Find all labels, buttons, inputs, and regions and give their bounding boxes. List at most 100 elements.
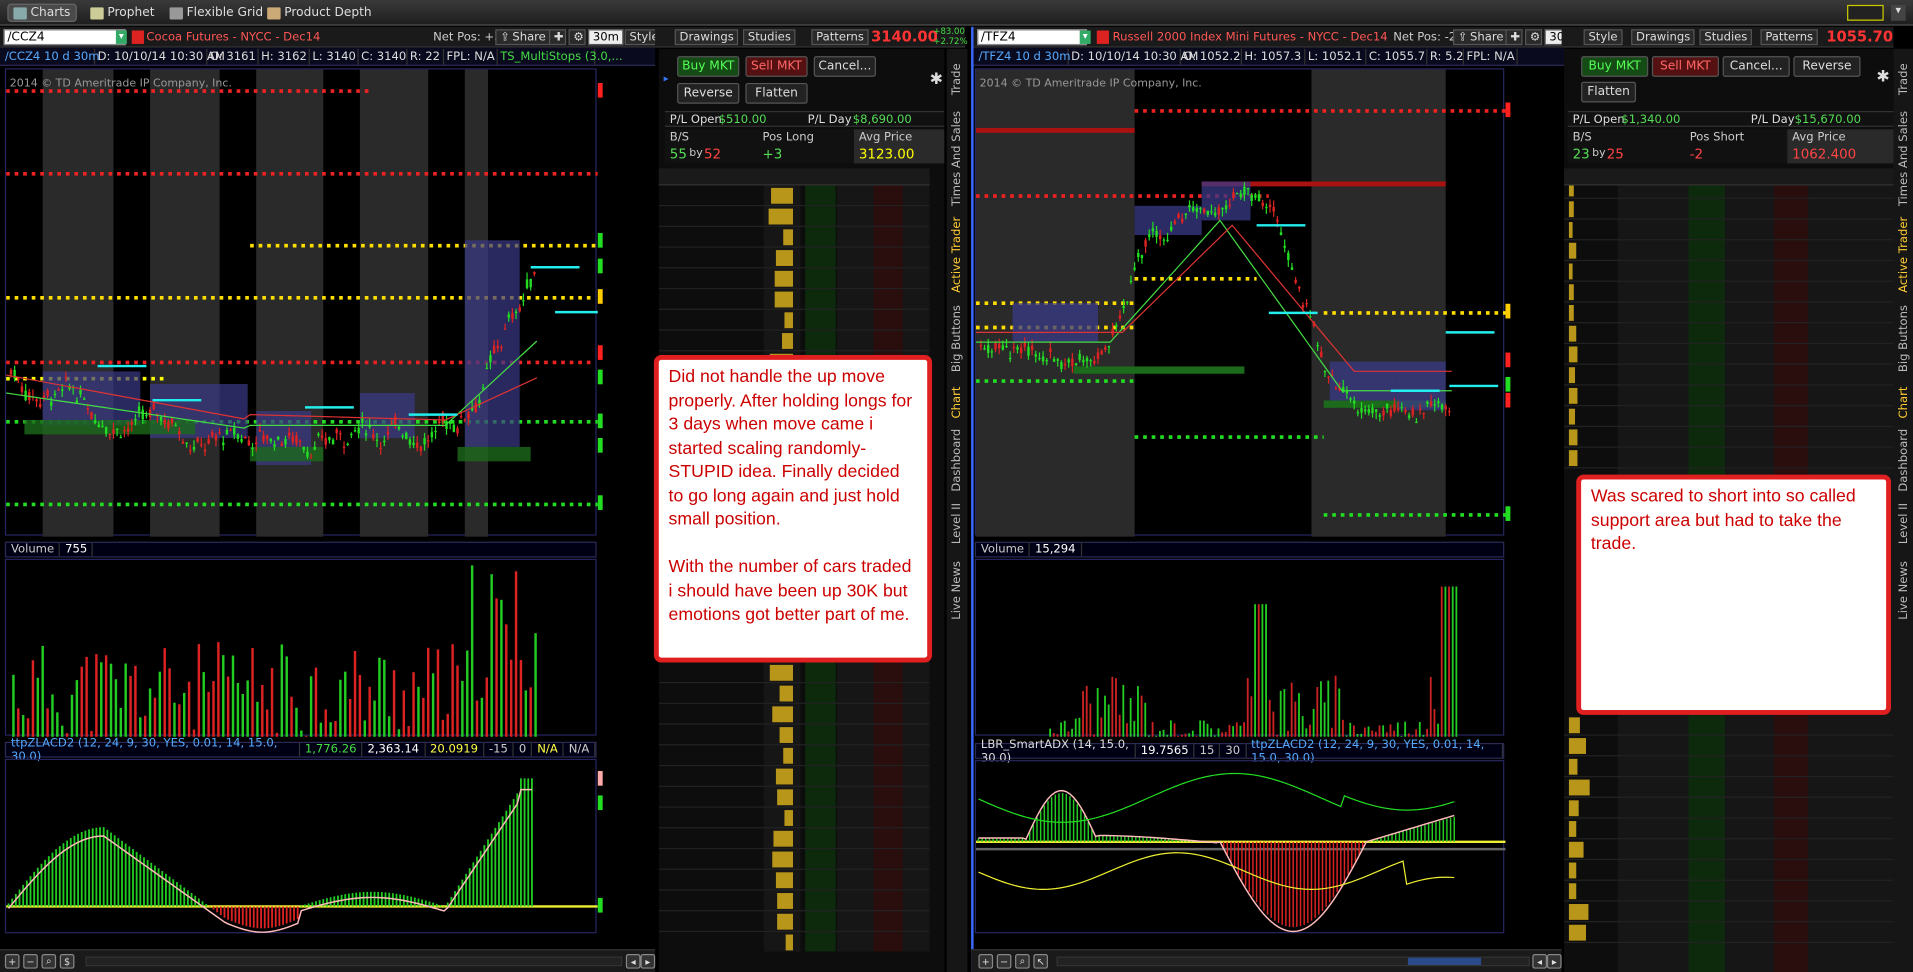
wrench-icon[interactable]: ⚙ [568, 29, 586, 46]
volume-bar [1448, 586, 1450, 737]
side-tab-big-buttons[interactable]: Big Buttons [1895, 303, 1913, 376]
side-tab-chart[interactable]: Chart [948, 381, 966, 425]
period-button[interactable]: 30m [588, 29, 624, 46]
volume-bar [1063, 720, 1066, 737]
candle-body [1323, 371, 1327, 373]
buy-mkt-button[interactable]: Buy MKT [1581, 56, 1649, 77]
volume-profile-bar [772, 851, 793, 868]
zoom-in-icon[interactable]: + [4, 954, 20, 969]
candle-body [1279, 232, 1283, 236]
studies-button[interactable]: Studies [1699, 29, 1753, 46]
volume-bar [339, 679, 342, 737]
layout-icon[interactable] [1847, 4, 1884, 21]
chevron-down-icon[interactable]: ▾ [1079, 30, 1091, 44]
scroll-left-icon[interactable]: ◂ [625, 954, 641, 969]
candle-body [434, 430, 437, 433]
candle-body [1162, 239, 1166, 241]
candle-body [159, 416, 163, 421]
gear-icon[interactable]: ✱ [930, 71, 943, 89]
ladder-row [658, 248, 930, 269]
side-tab-big-buttons[interactable]: Big Buttons [948, 303, 966, 376]
magnifier-icon[interactable]: ⌕ [41, 954, 57, 969]
side-tab-trade[interactable]: Trade [1895, 54, 1913, 105]
ladder-row [1564, 881, 1894, 902]
tab-flexible-grid[interactable]: Flexible Grid [165, 4, 268, 22]
candle-body [1342, 387, 1345, 393]
candle-body [405, 432, 408, 440]
gear-icon[interactable]: ✱ [1876, 68, 1889, 86]
candle-body [353, 430, 357, 432]
volume-bar [490, 574, 493, 737]
candle-body [1005, 345, 1008, 348]
candle-body [1400, 407, 1403, 409]
side-tab-times-and-sales[interactable]: Times And Sales [1895, 110, 1913, 208]
volume-bar [1363, 727, 1366, 737]
side-tab-chart[interactable]: Chart [1895, 381, 1913, 425]
collapse-icon[interactable]: ▸ [664, 73, 671, 84]
horizontal-scrollbar[interactable] [85, 956, 623, 967]
side-tab-live-news[interactable]: Live News [948, 556, 966, 624]
tab-prophet[interactable]: Prophet [85, 4, 159, 22]
side-tab-trade[interactable]: Trade [948, 54, 966, 105]
patterns-button[interactable]: Patterns [1760, 29, 1818, 46]
candle-body [1371, 407, 1374, 414]
sell-mkt-button[interactable]: Sell MKT [1651, 56, 1719, 77]
studies-button[interactable]: Studies [742, 29, 796, 46]
drawings-button[interactable]: Drawings [1631, 29, 1696, 46]
volume-bar [392, 670, 396, 737]
cancel-button[interactable]: Cancel... [1722, 56, 1790, 77]
volume-bar [1078, 717, 1081, 737]
sell-mkt-button[interactable]: Sell MKT [745, 56, 808, 77]
right-volume-chart [1049, 586, 1458, 737]
crosshair-icon[interactable]: ✚ [549, 29, 567, 46]
scroll-right-icon[interactable]: ▸ [1546, 954, 1562, 969]
candle-body [1049, 348, 1052, 352]
horizontal-scrollbar[interactable] [1056, 956, 1530, 967]
side-tab-dashboard[interactable]: Dashboard [948, 428, 966, 491]
side-tab-level-ii[interactable]: Level II [948, 495, 966, 551]
magnifier-icon[interactable]: ⌕ [1015, 954, 1030, 969]
tab-product-depth[interactable]: Product Depth [262, 4, 376, 22]
side-tab-live-news[interactable]: Live News [1895, 556, 1913, 624]
volume-bar [1389, 724, 1392, 737]
chevron-down-icon[interactable]: ▾ [115, 30, 127, 44]
wrench-icon[interactable]: ⚙ [1525, 29, 1543, 46]
scroll-left-icon[interactable]: ◂ [1532, 954, 1547, 969]
macd-tag [597, 897, 603, 913]
tab-charts[interactable]: Charts [7, 3, 77, 22]
candle-body [291, 436, 295, 442]
candle-body [1137, 252, 1140, 258]
side-tab-active-trader[interactable]: Active Trader [1895, 212, 1913, 297]
style-button[interactable]: Style [1583, 29, 1623, 46]
reverse-button[interactable]: Reverse [677, 82, 740, 104]
share-button[interactable]: ⇪ Share [495, 29, 551, 46]
volume-bar [529, 687, 532, 737]
scroll-right-icon[interactable]: ▸ [640, 954, 656, 969]
candle-body [174, 424, 177, 427]
cancel-button[interactable]: Cancel... [813, 56, 876, 77]
candle-body [1385, 404, 1389, 409]
pointer-icon[interactable]: ↖ [1033, 954, 1048, 969]
zoom-out-icon[interactable]: − [996, 954, 1012, 969]
chevron-down-icon[interactable]: ▾ [1891, 4, 1906, 21]
candle-body [152, 403, 155, 410]
side-tab-level-ii[interactable]: Level II [1895, 495, 1913, 551]
dollar-icon[interactable]: $ [59, 954, 75, 969]
zoom-out-icon[interactable]: − [23, 954, 38, 969]
share-button[interactable]: ⇪ Share [1453, 29, 1509, 46]
buy-mkt-button[interactable]: Buy MKT [677, 56, 740, 77]
reverse-button[interactable]: Reverse [1793, 56, 1861, 77]
crosshair-icon[interactable]: ✚ [1505, 29, 1523, 46]
flatten-button[interactable]: Flatten [745, 82, 808, 104]
patterns-button[interactable]: Patterns [811, 29, 869, 46]
drawings-button[interactable]: Drawings [674, 29, 739, 46]
side-tab-dashboard[interactable]: Dashboard [1895, 428, 1913, 491]
annotation-callout-left: Did not handle the up move properly. Aft… [653, 355, 933, 663]
symbol-input[interactable]: /TFZ4 [977, 29, 1088, 46]
symbol-input[interactable]: /CCZ4 [3, 29, 126, 46]
zoom-in-icon[interactable]: + [978, 954, 994, 969]
side-tab-times-and-sales[interactable]: Times And Sales [948, 110, 966, 208]
side-tab-active-trader[interactable]: Active Trader [948, 212, 966, 297]
volume-bar [305, 735, 308, 737]
flatten-button[interactable]: Flatten [1581, 81, 1637, 103]
